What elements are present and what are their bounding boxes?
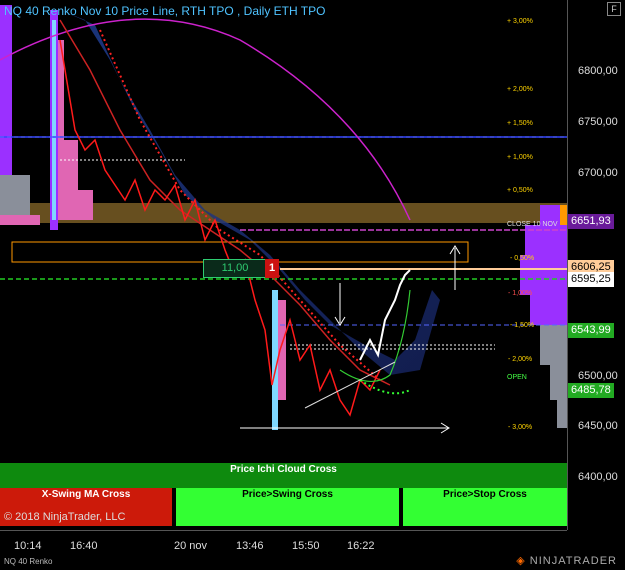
order-box[interactable]: 11,00 [203,259,267,278]
price-tag-close: 6651,93 [568,214,614,229]
tpo-profile-right [520,205,567,428]
price-tag-green-2: 6485,78 [568,383,614,398]
pct-label: + 1,00% [507,154,533,161]
price-label: 6500,00 [578,370,618,382]
pct-label: OPEN [507,374,527,381]
arrow-right [240,422,450,434]
ichimoku-cloud [60,10,440,375]
arrow-down [334,283,346,326]
pct-label: - 1,50% [510,322,535,329]
white-price-path [359,269,411,361]
price-tag-last: 6595,25 [568,272,614,287]
pct-label: + 2,00% [507,86,533,93]
price-label: 6450,00 [578,420,618,432]
instrument-footer: NQ 40 Renko [4,557,53,566]
pct-label: - 2,00% [508,356,533,363]
band-stop: Price>Stop Cross [403,488,567,526]
red-ma-line [59,19,391,386]
time-label: 20 nov [174,540,208,552]
time-label: 16:40 [70,540,98,552]
price-label: 6800,00 [578,65,618,77]
time-label: 15:50 [292,540,320,552]
pct-label: - 3,00% [508,424,533,431]
brand-text: NINJATRADER [529,555,617,567]
pct-label: - 0,50% [510,255,535,262]
chart-title: NQ 40 Renko Nov 10 Price Line, RTH TPO ,… [4,4,326,18]
price-label: 6700,00 [578,167,618,179]
time-label: 16:22 [347,540,375,552]
order-badge[interactable]: 1 [265,259,279,278]
price-label: 6400,00 [578,471,618,483]
time-label: 13:46 [236,540,264,552]
chart-canvas[interactable] [0,0,567,530]
close-nov10-label: CLOSE 10 NOV [507,221,558,228]
time-label: 10:14 [14,540,42,552]
band-ichi-cloud: Price Ichi Cloud Cross [0,463,567,488]
copyright: © 2018 NinjaTrader, LLC [4,511,126,523]
pct-label: - 1,00% [508,290,533,297]
pct-label: + 0,50% [507,187,533,194]
price-label: 6750,00 [578,116,618,128]
renko-bar-stack-2 [278,300,286,400]
price-tag-green-1: 6543,99 [568,323,614,338]
band-swing: Price>Swing Cross [176,488,399,526]
pct-label: + 3,00% [507,18,533,25]
pct-label: + 1,50% [507,120,533,127]
ninjatrader-logo: ◈ NINJATRADER [516,555,617,567]
red-price-path [59,39,381,417]
chart-window[interactable]: + 3,00% + 2,00% + 1,50% + 1,00% + 0,50% … [0,0,625,569]
